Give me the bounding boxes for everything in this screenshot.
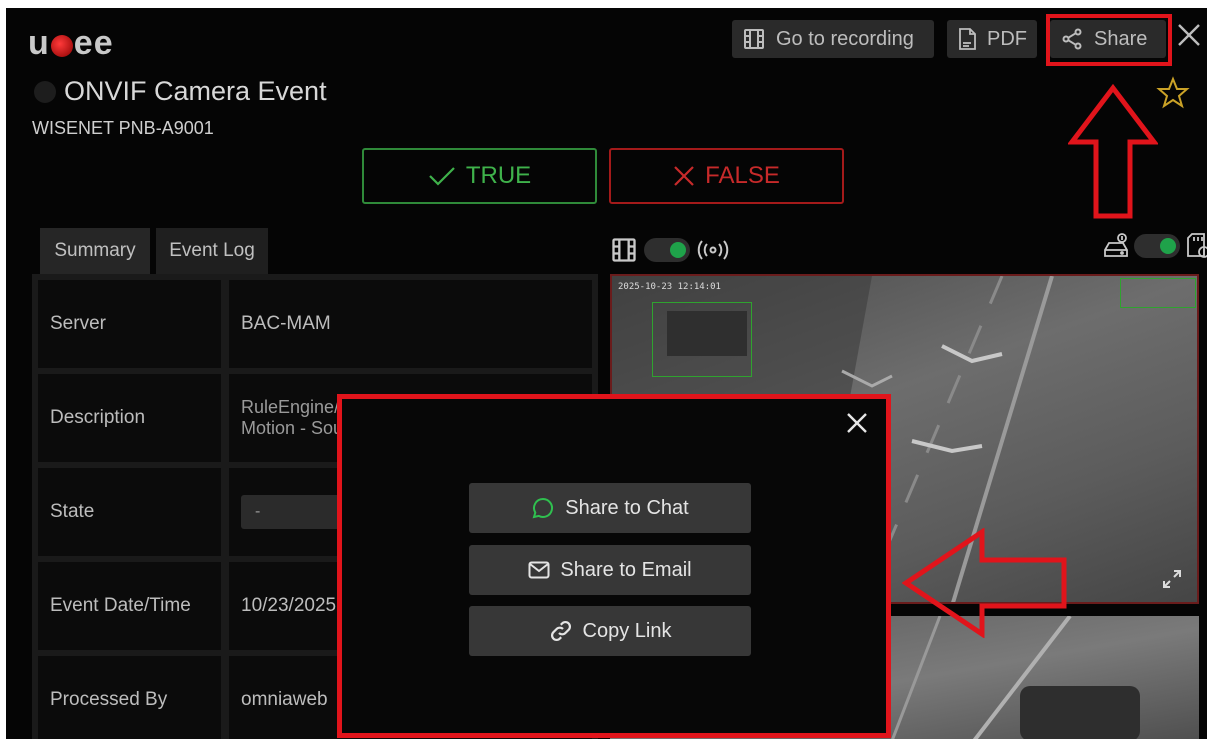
broadcast-icon <box>697 240 729 260</box>
arrow-left-annotation <box>902 528 1067 638</box>
row-label: State <box>38 468 221 556</box>
share-to-chat-label: Share to Chat <box>565 496 689 519</box>
storage-download-icon[interactable] <box>1102 232 1130 260</box>
pdf-label: PDF <box>987 27 1027 50</box>
detection-box <box>652 302 752 377</box>
storage-toggle[interactable] <box>1134 234 1180 258</box>
file-pdf-icon <box>959 28 976 50</box>
link-icon <box>550 620 571 642</box>
detection-region <box>1120 278 1196 308</box>
mail-icon <box>528 561 550 579</box>
video-timestamp: 2025-10-23 12:14:01 <box>618 282 721 292</box>
logo-text-right: ee <box>73 23 114 62</box>
check-icon <box>429 167 455 186</box>
false-label: FALSE <box>705 162 780 189</box>
tab-event-log[interactable]: Event Log <box>156 228 268 274</box>
film-icon <box>744 29 764 49</box>
share-to-chat-button[interactable]: Share to Chat <box>469 483 751 533</box>
copy-link-label: Copy Link <box>582 619 672 642</box>
x-icon <box>674 166 694 186</box>
go-to-recording-label: Go to recording <box>776 27 914 50</box>
copy-link-button[interactable]: Copy Link <box>469 606 751 656</box>
star-icon[interactable] <box>1156 76 1190 110</box>
share-highlight-annotation <box>1046 14 1172 66</box>
video-toolbar <box>610 236 730 264</box>
false-button[interactable]: FALSE <box>609 148 844 204</box>
tab-summary[interactable]: Summary <box>40 228 150 274</box>
tab-event-log-label: Event Log <box>169 240 255 261</box>
page-title: ONVIF Camera Event <box>64 76 327 106</box>
true-button[interactable]: TRUE <box>362 148 597 204</box>
event-window: u ee Go to recording PDF Share ONVIF Came… <box>6 8 1207 739</box>
pdf-button[interactable]: PDF <box>947 20 1037 58</box>
true-label: TRUE <box>465 162 532 189</box>
arrow-up-annotation <box>1068 84 1158 219</box>
state-value: - <box>255 503 261 520</box>
event-header: ONVIF Camera Event <box>34 76 327 107</box>
live-toggle[interactable] <box>644 238 690 262</box>
share-to-email-button[interactable]: Share to Email <box>469 545 751 595</box>
sdcard-download-icon[interactable] <box>1184 232 1207 260</box>
close-window-icon[interactable] <box>1176 22 1206 56</box>
expand-icon[interactable] <box>1161 568 1183 590</box>
storage-toolbar <box>1102 232 1207 260</box>
table-row: Server BAC-MAM <box>38 280 592 368</box>
camera-name: WISENET PNB-A9001 <box>32 118 214 138</box>
chat-icon <box>532 497 554 519</box>
go-to-recording-button[interactable]: Go to recording <box>732 20 934 58</box>
close-icon[interactable] <box>844 410 870 436</box>
tab-summary-label: Summary <box>54 240 136 261</box>
row-label: Description <box>38 374 221 462</box>
event-status-dot <box>34 80 56 103</box>
row-label: Event Date/Time <box>38 562 221 650</box>
logo-dot-icon <box>50 35 73 57</box>
film-icon <box>612 238 636 262</box>
row-label: Processed By <box>38 656 221 739</box>
row-label: Server <box>38 280 221 368</box>
usee-logo: u ee <box>28 23 114 62</box>
row-value: BAC-MAM <box>229 280 592 368</box>
share-to-email-label: Share to Email <box>560 558 692 581</box>
logo-text-left: u <box>28 23 50 62</box>
